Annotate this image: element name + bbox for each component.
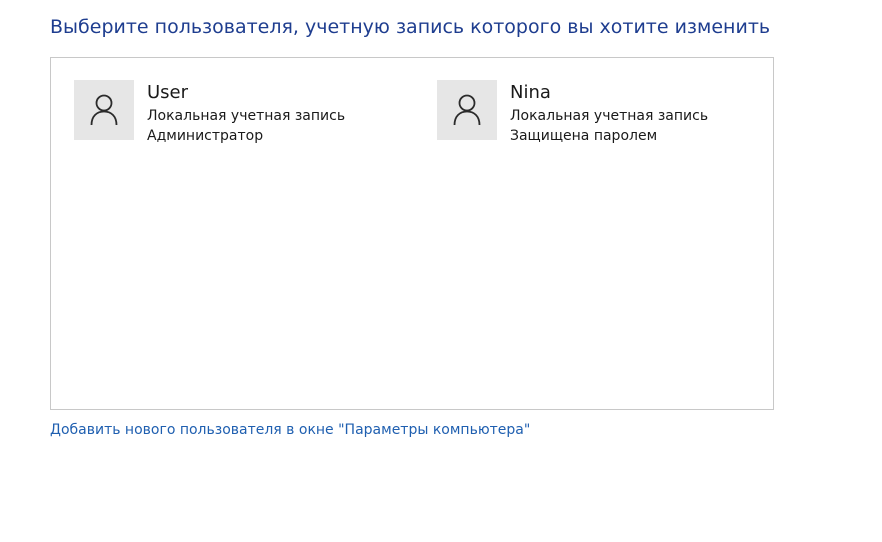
user-accounts-page: Выберите пользователя, учетную запись ко…	[0, 0, 882, 542]
avatar	[437, 80, 497, 140]
account-name: Nina	[510, 82, 551, 103]
account-text: User Локальная учетная запись Администра…	[147, 80, 345, 146]
account-tile-user[interactable]: User Локальная учетная запись Администра…	[74, 80, 404, 144]
account-status: Администратор	[147, 128, 264, 144]
avatar	[74, 80, 134, 140]
account-tile-nina[interactable]: Nina Локальная учетная запись Защищена п…	[437, 80, 767, 144]
add-new-user-link[interactable]: Добавить нового пользователя в окне "Пар…	[50, 420, 530, 440]
user-icon	[90, 94, 118, 126]
page-title: Выберите пользователя, учетную запись ко…	[50, 16, 771, 38]
account-status: Защищена паролем	[510, 128, 658, 144]
account-name: User	[147, 82, 189, 103]
account-type: Локальная учетная запись	[510, 108, 709, 124]
account-type: Локальная учетная запись	[147, 108, 346, 124]
account-text: Nina Локальная учетная запись Защищена п…	[510, 80, 708, 146]
accounts-list: User Локальная учетная запись Администра…	[50, 57, 774, 410]
user-icon	[453, 94, 481, 126]
